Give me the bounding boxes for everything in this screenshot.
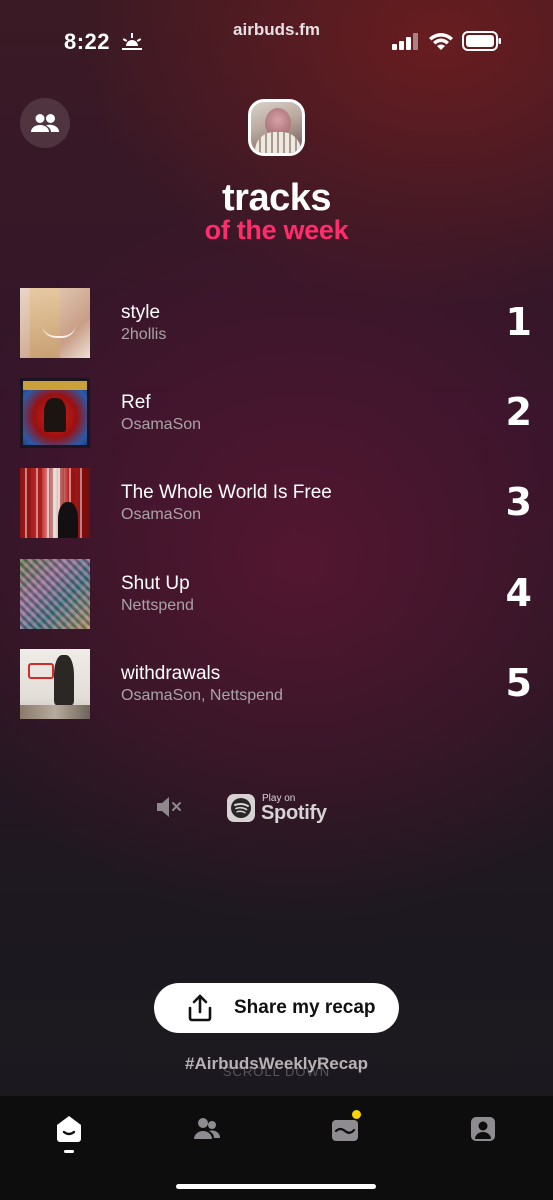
track-row[interactable]: The Whole World Is Free OsamaSon 3 — [20, 468, 540, 538]
track-row[interactable]: withdrawals OsamaSon, Nettspend 5 — [20, 649, 540, 719]
track-row[interactable]: Shut Up Nettspend 4 — [20, 559, 540, 629]
album-cover — [20, 378, 90, 448]
track-rank: 2 — [505, 390, 532, 434]
profile-icon — [471, 1117, 495, 1141]
profile-avatar[interactable] — [248, 99, 305, 156]
tab-home[interactable] — [54, 1114, 84, 1144]
track-row[interactable]: Ref OsamaSon 2 — [20, 378, 540, 448]
play-on-spotify-button[interactable]: Play on Spotify — [227, 792, 347, 826]
tab-profile[interactable] — [468, 1114, 498, 1144]
mute-icon[interactable] — [155, 796, 183, 818]
people-icon — [31, 114, 59, 132]
share-recap-button[interactable]: Share my recap — [154, 983, 399, 1033]
track-rank: 5 — [505, 661, 532, 705]
home-icon — [57, 1116, 81, 1142]
track-rank: 4 — [505, 571, 532, 615]
track-name: style — [121, 302, 161, 323]
notification-dot — [352, 1110, 361, 1119]
track-name: withdrawals — [121, 663, 221, 684]
track-artist: OsamaSon, Nettspend — [121, 687, 283, 704]
spotify-icon — [227, 794, 255, 822]
inbox-icon — [332, 1120, 358, 1141]
track-artist: OsamaSon — [121, 416, 202, 433]
battery-icon — [462, 31, 501, 51]
status-bar: 8:22 airbuds.fm — [0, 0, 553, 80]
track-rank: 1 — [505, 300, 532, 344]
avatar-fan — [255, 132, 301, 153]
hashtag: #AirbudsWeeklyRecap — [185, 1054, 368, 1073]
album-cover — [20, 559, 90, 629]
active-tab-indicator — [64, 1150, 74, 1153]
track-name: Shut Up — [121, 573, 190, 594]
tab-bar — [0, 1096, 553, 1200]
track-artist: 2hollis — [121, 326, 167, 343]
signal-icon — [392, 33, 418, 50]
album-cover — [20, 288, 90, 358]
track-artist: OsamaSon — [121, 506, 202, 523]
album-cover — [20, 468, 90, 538]
track-rank: 3 — [505, 480, 532, 524]
page-subtitle: of the week — [204, 215, 349, 245]
track-name: Ref — [121, 392, 151, 413]
share-label: Share my recap — [234, 997, 376, 1018]
track-artist: Nettspend — [121, 597, 194, 614]
track-row[interactable]: style 2hollis 1 — [20, 288, 540, 358]
friends-button[interactable] — [20, 98, 70, 148]
spotify-label: Spotify — [261, 802, 327, 824]
track-name: The Whole World Is Free — [121, 482, 332, 503]
friends-icon — [194, 1118, 221, 1139]
page-title: tracks — [222, 177, 331, 219]
wifi-icon — [429, 33, 453, 50]
tab-friends[interactable] — [192, 1114, 222, 1144]
album-cover — [20, 649, 90, 719]
home-indicator — [176, 1184, 376, 1189]
share-icon — [188, 994, 212, 1022]
